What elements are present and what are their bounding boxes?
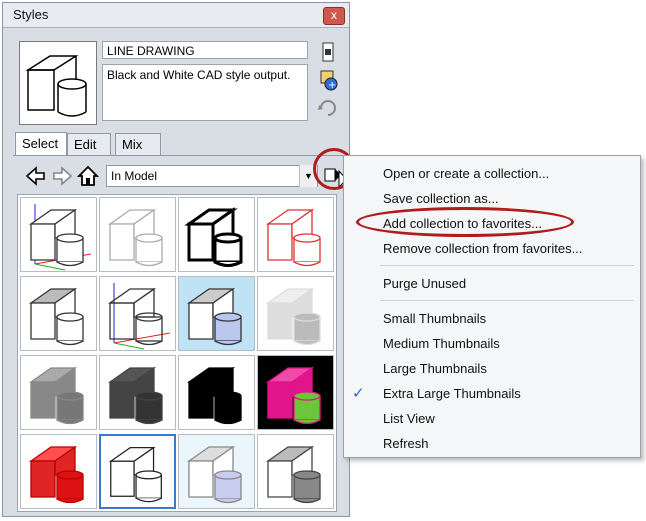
checkmark-icon: ✓ xyxy=(352,385,365,402)
tab-select[interactable]: Select xyxy=(15,132,67,156)
style-thumbnail-black-silhouette[interactable] xyxy=(178,355,255,430)
style-sample-icon xyxy=(21,356,96,429)
box-cylinder-preview-icon xyxy=(25,55,87,117)
update-style-icon[interactable]: + xyxy=(315,69,341,91)
style-sample-icon xyxy=(258,198,333,271)
details-menu: Open or create a collection... Save coll… xyxy=(343,155,641,458)
style-sample-icon xyxy=(258,435,333,508)
menu-item-open-collection[interactable]: Open or create a collection... xyxy=(383,166,549,181)
add-favorites-highlight-ellipse xyxy=(356,207,574,237)
menu-item-extra-large-thumbnails[interactable]: Extra Large Thumbnails xyxy=(383,386,521,401)
menu-item-small-thumbnails[interactable]: Small Thumbnails xyxy=(383,311,486,326)
style-thumbnail-sky-blue[interactable] xyxy=(178,276,255,351)
style-name-field[interactable]: LINE DRAWING xyxy=(102,41,308,59)
style-thumbnail-red-line[interactable] xyxy=(257,197,334,272)
tab-edit[interactable]: Edit xyxy=(67,133,111,155)
style-thumbnail-bold-line[interactable] xyxy=(178,197,255,272)
style-sample-icon xyxy=(179,277,254,350)
style-thumbnail-dark-gray-solid[interactable] xyxy=(99,355,176,430)
style-thumbnail-gray-cylinder[interactable] xyxy=(257,434,334,509)
style-sample-icon xyxy=(258,356,333,429)
menu-item-save-collection[interactable]: Save collection as... xyxy=(383,191,499,206)
style-sample-icon xyxy=(100,198,175,271)
panel-title: Styles xyxy=(13,7,49,22)
create-style-icon[interactable] xyxy=(315,41,341,63)
style-thumbnail-blue-hatch[interactable] xyxy=(178,434,255,509)
tab-mix[interactable]: Mix xyxy=(115,133,161,155)
style-sample-icon xyxy=(21,435,96,508)
style-sample-icon xyxy=(100,277,175,350)
menu-item-medium-thumbnails[interactable]: Medium Thumbnails xyxy=(383,336,500,351)
style-thumbnail-line-drawing-selected[interactable] xyxy=(99,434,176,509)
style-thumbnail-xray-axes[interactable] xyxy=(99,276,176,351)
style-sample-icon xyxy=(179,356,254,429)
menu-separator xyxy=(380,300,634,301)
menu-item-purge-unused[interactable]: Purge Unused xyxy=(383,276,466,291)
style-preview xyxy=(19,41,97,125)
style-sample-icon xyxy=(179,435,254,508)
home-icon[interactable] xyxy=(77,165,99,187)
style-thumbnail-magenta-green[interactable] xyxy=(257,355,334,430)
style-sample-icon xyxy=(21,277,96,350)
menu-separator xyxy=(380,265,634,266)
menu-item-remove-favorites[interactable]: Remove collection from favorites... xyxy=(383,241,582,256)
style-thumbnail-gray-shaded[interactable] xyxy=(20,276,97,351)
style-thumbnail-light-gray-solid[interactable] xyxy=(257,276,334,351)
style-sample-icon xyxy=(179,198,254,271)
style-thumbnail-faint-line[interactable] xyxy=(99,197,176,272)
thumbnail-grid xyxy=(17,194,337,512)
back-icon[interactable] xyxy=(25,165,47,187)
svg-text:+: + xyxy=(328,80,336,91)
style-description-field[interactable]: Black and White CAD style output. xyxy=(102,64,308,121)
style-thumbnail-medium-gray-solid[interactable] xyxy=(20,355,97,430)
collection-dropdown[interactable]: In Model xyxy=(106,165,318,187)
menu-item-list-view[interactable]: List View xyxy=(383,411,435,426)
style-sample-icon xyxy=(258,277,333,350)
styles-panel: Styles x LINE DRAWING Black and White CA… xyxy=(2,2,355,517)
style-sample-icon xyxy=(101,436,174,507)
style-sample-icon xyxy=(21,198,96,271)
menu-item-refresh[interactable]: Refresh xyxy=(383,436,429,451)
style-sample-icon xyxy=(100,356,175,429)
style-thumbnail-color-axes-wireframe[interactable] xyxy=(20,197,97,272)
forward-icon[interactable] xyxy=(51,165,73,187)
title-bar: Styles x xyxy=(3,3,349,28)
tab-divider xyxy=(13,155,343,156)
refresh-icon[interactable] xyxy=(315,97,341,119)
close-button[interactable]: x xyxy=(323,7,345,25)
menu-item-large-thumbnails[interactable]: Large Thumbnails xyxy=(383,361,487,376)
style-thumbnail-red-solid[interactable] xyxy=(20,434,97,509)
